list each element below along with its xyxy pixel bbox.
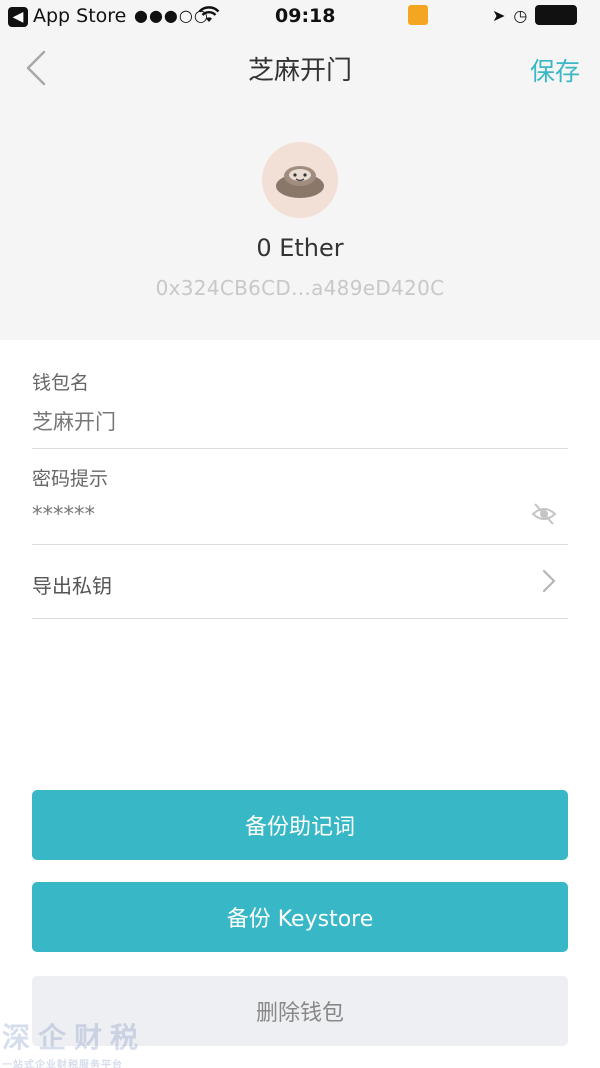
save-button[interactable]: 保存 (530, 52, 580, 88)
wallet-name-input[interactable]: 芝麻开门 (32, 406, 116, 436)
backup-keystore-button[interactable]: 备份 Keystore (32, 882, 568, 952)
eye-hidden-icon[interactable] (530, 500, 558, 528)
chevron-right-icon (540, 568, 558, 594)
backup-mnemonic-button[interactable]: 备份助记词 (32, 790, 568, 860)
password-hint-input[interactable]: ****** (32, 502, 95, 526)
status-right-icons: ➤ ◷ (408, 5, 578, 25)
wallet-balance: 0 Ether (256, 234, 344, 262)
password-hint-label: 密码提示 (32, 468, 109, 490)
battery-icon (535, 5, 578, 25)
wifi-icon (198, 6, 220, 29)
page-title: 芝麻开门 (247, 56, 352, 86)
wallet-address[interactable]: 0x324CB6CD...a489eD420C (0, 276, 600, 300)
status-time: 09:18 (275, 5, 336, 27)
status-bar: ◀ App Store ●●●○○ 09:18 ➤ ◷ (0, 0, 600, 34)
back-app-label[interactable]: App Store (33, 5, 126, 27)
back-to-app-icon[interactable]: ◀ (8, 7, 28, 27)
alarm-icon: ◷ (513, 5, 528, 25)
watermark-logo: 深企财税 一站式企业财税服务平台 (2, 1021, 147, 1068)
wallet-avatar (262, 142, 338, 218)
export-private-key-label: 导出私钥 (32, 574, 112, 598)
export-private-key-row[interactable]: 导出私钥 (32, 552, 568, 610)
divider (32, 544, 568, 545)
divider (32, 448, 568, 449)
wallet-name-label: 钱包名 (32, 372, 90, 394)
divider (32, 618, 568, 619)
location-icon: ➤ (492, 5, 506, 25)
orange-app-icon (408, 5, 428, 25)
